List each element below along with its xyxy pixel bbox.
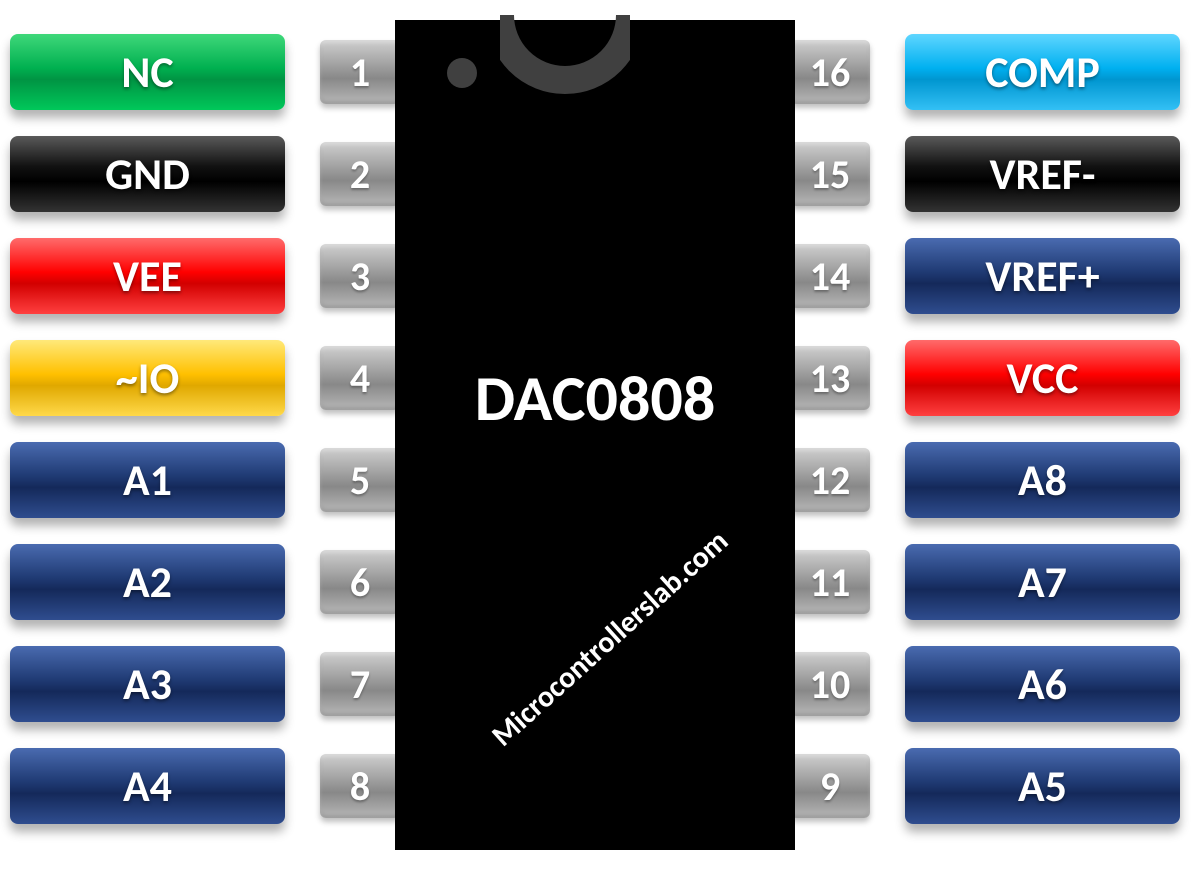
- pin-label-3: VEE: [10, 238, 285, 314]
- pin-number-9: 9: [790, 754, 870, 818]
- pin-number-3: 3: [320, 244, 400, 308]
- pin-label-1: NC: [10, 34, 285, 110]
- pin-label-7: A3: [10, 646, 285, 722]
- pin-label-15: VREF-: [905, 136, 1180, 212]
- pin-number-13: 13: [790, 346, 870, 410]
- chip-name: DAC0808: [395, 360, 795, 438]
- pin-label-12: A8: [905, 442, 1180, 518]
- pin-number-1: 1: [320, 40, 400, 104]
- pin-label-8: A4: [10, 748, 285, 824]
- pin-number-8: 8: [320, 754, 400, 818]
- pin-label-10: A6: [905, 646, 1180, 722]
- pin-number-5: 5: [320, 448, 400, 512]
- pin-label-6: A2: [10, 544, 285, 620]
- pin-number-2: 2: [320, 142, 400, 206]
- pin-label-13: VCC: [905, 340, 1180, 416]
- pinout-diagram: DAC0808 Microcontrollerslab.com NC1GND2V…: [10, 20, 1185, 860]
- pin-number-11: 11: [790, 550, 870, 614]
- pin-number-6: 6: [320, 550, 400, 614]
- pin-label-14: VREF+: [905, 238, 1180, 314]
- pin-number-12: 12: [790, 448, 870, 512]
- pin-number-7: 7: [320, 652, 400, 716]
- pin-label-2: GND: [10, 136, 285, 212]
- chip-notch-icon: [500, 15, 630, 95]
- pin-label-4: ~IO: [10, 340, 285, 416]
- pin-label-11: A7: [905, 544, 1180, 620]
- pin-label-5: A1: [10, 442, 285, 518]
- pin-number-10: 10: [790, 652, 870, 716]
- pin-number-14: 14: [790, 244, 870, 308]
- pin-label-16: COMP: [905, 34, 1180, 110]
- pin-number-16: 16: [790, 40, 870, 104]
- pin1-indicator-icon: [447, 58, 477, 88]
- pin-number-15: 15: [790, 142, 870, 206]
- pin-number-4: 4: [320, 346, 400, 410]
- pin-label-9: A5: [905, 748, 1180, 824]
